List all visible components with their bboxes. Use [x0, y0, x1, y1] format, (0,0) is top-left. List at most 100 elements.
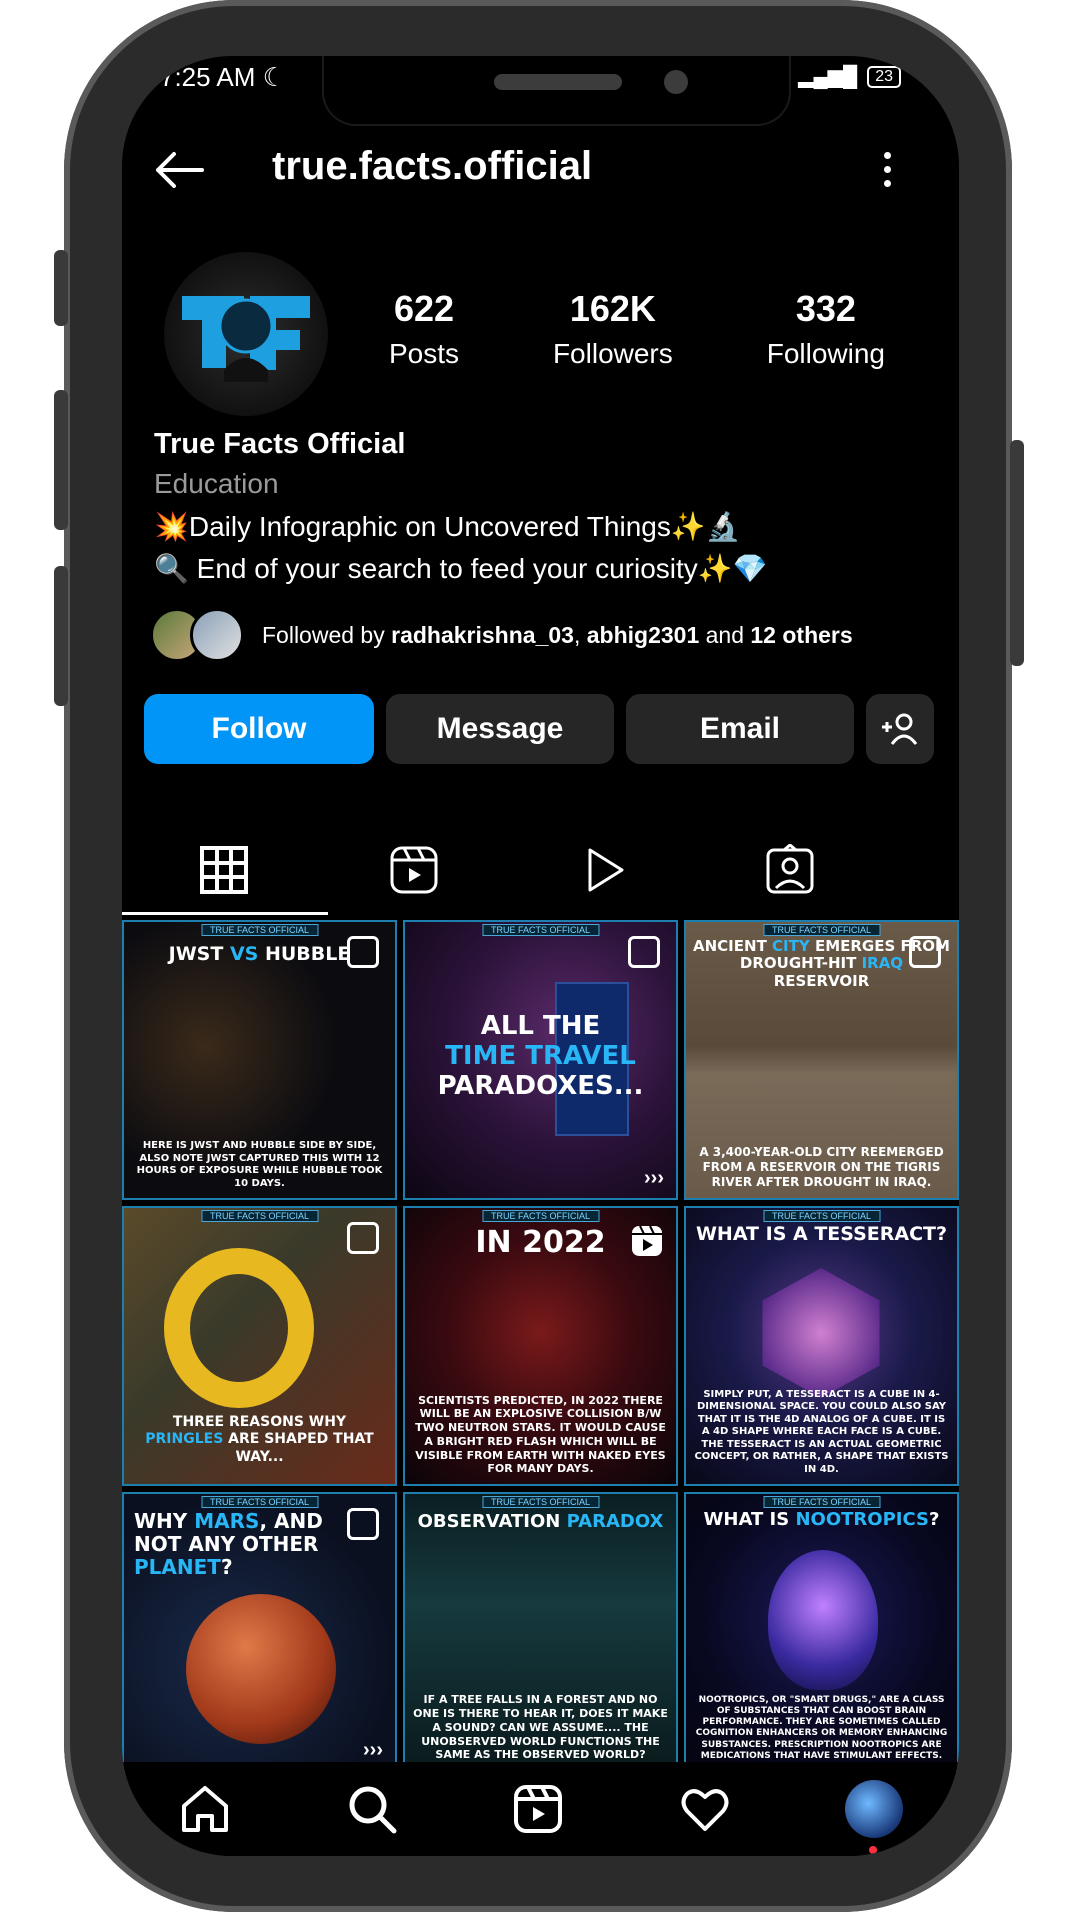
carousel-icon — [347, 936, 379, 968]
post-title-part: What is — [703, 1509, 796, 1530]
post-title: What is a Tesseract? — [695, 1223, 948, 1245]
post-tile-nootropics[interactable]: TRUE FACTS OFFICIAL What is Nootropics? … — [684, 1492, 959, 1772]
post-caption-part: Three reasons why — [172, 1413, 347, 1430]
status-time: 7:25 AM ☾ — [160, 62, 286, 93]
phone-volume-up — [54, 390, 68, 530]
post-tile-mars[interactable]: TRUE FACTS OFFICIAL Why Mars, and not an… — [122, 1492, 397, 1772]
brand-tag: TRUE FACTS OFFICIAL — [481, 924, 600, 936]
post-title-part: Paradox — [566, 1511, 664, 1532]
post-tile-ancient-city[interactable]: TRUE FACTS OFFICIAL Ancient City emerges… — [684, 920, 959, 1200]
profile-username: true.facts.official — [272, 144, 593, 188]
bio-line-1: 💥Daily Infographic on Uncovered Things✨🔬 — [154, 511, 741, 542]
back-arrow-icon[interactable] — [152, 150, 204, 190]
home-icon[interactable] — [178, 1782, 232, 1836]
followers-stat[interactable]: 162K Followers — [553, 288, 673, 370]
post-caption: Nootropics, or "smart drugs," are a clas… — [695, 1694, 948, 1761]
reels-tab-icon[interactable] — [388, 844, 440, 896]
followed-user-1: radhakrishna_03 — [391, 621, 574, 648]
followed-prefix: Followed by — [262, 621, 392, 648]
follower-avatar-2 — [190, 608, 244, 662]
post-title-part: Ancient — [693, 937, 773, 955]
bio-line-2: 🔍 End of your search to feed your curios… — [154, 553, 768, 584]
followed-and: and — [699, 621, 751, 648]
post-title-part: HUBBLE — [258, 943, 351, 965]
post-title: Why Mars, and not any other planet? — [124, 1510, 395, 1579]
post-caption: Here is JWST and HUBBLE side by side, al… — [136, 1140, 383, 1189]
profile-actions: Follow Message Email — [144, 694, 934, 764]
add-person-icon — [882, 713, 918, 745]
notification-dot — [868, 1846, 877, 1854]
top-bar: true.facts.official — [122, 126, 959, 216]
post-caption: Scientists predicted, in 2022 there will… — [415, 1393, 666, 1476]
post-title-part: reservoir — [773, 971, 870, 990]
video-tab-icon[interactable] — [578, 844, 630, 896]
brand-tag: TRUE FACTS OFFICIAL — [481, 1496, 600, 1508]
brand-tag: TRUE FACTS OFFICIAL — [762, 924, 881, 936]
tf-logo-icon — [182, 296, 310, 382]
heart-icon[interactable] — [678, 1782, 732, 1836]
signal-icon-2: ▂▄▆█ — [798, 66, 858, 88]
post-tile-time-travel[interactable]: TRUE FACTS OFFICIAL All the Time Travel … — [403, 920, 678, 1200]
followed-others: 12 others — [750, 621, 853, 648]
brand-tag: TRUE FACTS OFFICIAL — [762, 1496, 881, 1508]
profile-nav-avatar — [844, 1780, 903, 1838]
followers-label: Followers — [552, 338, 673, 369]
brand-tag: TRUE FACTS OFFICIAL — [762, 1210, 881, 1222]
profile-avatar[interactable] — [164, 252, 328, 416]
mars-image — [186, 1594, 336, 1744]
carousel-icon — [347, 1222, 379, 1254]
notch — [322, 56, 791, 126]
post-title: Ancient City emerges from drought-hit Ir… — [686, 937, 957, 990]
post-tile-in-2022[interactable]: TRUE FACTS OFFICIAL In 2022 Scientists p… — [403, 1206, 678, 1486]
post-title-part: VS — [229, 943, 259, 965]
content-tabs — [122, 826, 959, 916]
tagged-tab-icon[interactable] — [764, 844, 816, 896]
post-caption: Three reasons why Pringles are shaped th… — [132, 1414, 387, 1467]
tesseract-image — [762, 1268, 880, 1398]
search-icon[interactable] — [345, 1782, 399, 1836]
post-tile-pringles[interactable]: TRUE FACTS OFFICIAL Three reasons why Pr… — [122, 1206, 397, 1486]
more-options-icon[interactable] — [881, 148, 893, 192]
post-title: All the Time Travel Paradoxes... — [405, 1011, 676, 1102]
post-title-part: ? — [220, 1555, 233, 1579]
followed-by[interactable]: Followed by radhakrishna_03, abhig2301 a… — [150, 608, 853, 662]
posts-label: Posts — [388, 338, 459, 369]
brand-tag: TRUE FACTS OFFICIAL — [200, 924, 319, 936]
follow-button[interactable]: Follow — [144, 694, 374, 764]
following-stat[interactable]: 332 Following — [767, 288, 885, 370]
speaker — [494, 74, 622, 90]
post-title-line: Paradoxes... — [437, 1070, 644, 1101]
carousel-icon — [628, 936, 660, 968]
post-tile-observation-paradox[interactable]: TRUE FACTS OFFICIAL Observation Paradox … — [403, 1492, 678, 1772]
posts-grid: TRUE FACTS OFFICIAL JWST VS HUBBLE Here … — [122, 920, 959, 1772]
pringles-ring-image — [164, 1248, 314, 1408]
post-title-part: JWST — [168, 943, 230, 965]
post-tile-tesseract[interactable]: TRUE FACTS OFFICIAL What is a Tesseract?… — [684, 1206, 959, 1486]
profile-nav[interactable] — [844, 1780, 903, 1854]
post-title: Observation Paradox — [405, 1511, 676, 1533]
post-tile-jwst-vs-hubble[interactable]: TRUE FACTS OFFICIAL JWST VS HUBBLE Here … — [122, 920, 397, 1200]
post-caption: Simply put, a tesseract is a cube in 4-d… — [694, 1388, 949, 1475]
post-title: What is Nootropics? — [686, 1509, 957, 1531]
followed-by-text: Followed by radhakrishna_03, abhig2301 a… — [262, 622, 853, 649]
grid-tab-icon[interactable] — [198, 844, 250, 896]
email-button[interactable]: Email — [626, 694, 854, 764]
phone-side-button — [54, 250, 68, 326]
add-person-button[interactable] — [866, 694, 934, 764]
post-title-line: All the — [480, 1011, 601, 1041]
followed-user-2: abhig2301 — [586, 621, 700, 648]
phone-power-button — [1010, 440, 1024, 666]
reel-icon — [632, 1225, 662, 1256]
post-title-part: ? — [929, 1509, 940, 1530]
post-caption: A 3,400-year-old city reemerged from a r… — [699, 1145, 944, 1189]
more-icon: ››› — [363, 1739, 383, 1761]
message-button[interactable]: Message — [386, 694, 614, 764]
bottom-nav — [122, 1762, 959, 1856]
moon-icon: ☾ — [262, 62, 286, 92]
posts-stat[interactable]: 622 Posts — [389, 288, 459, 370]
reels-icon[interactable] — [511, 1782, 565, 1836]
brand-tag: TRUE FACTS OFFICIAL — [200, 1210, 319, 1222]
post-caption-part: Pringles — [145, 1431, 224, 1447]
status-time-text: 7:25 AM — [160, 62, 256, 92]
post-title-part: Observation — [417, 1511, 567, 1532]
